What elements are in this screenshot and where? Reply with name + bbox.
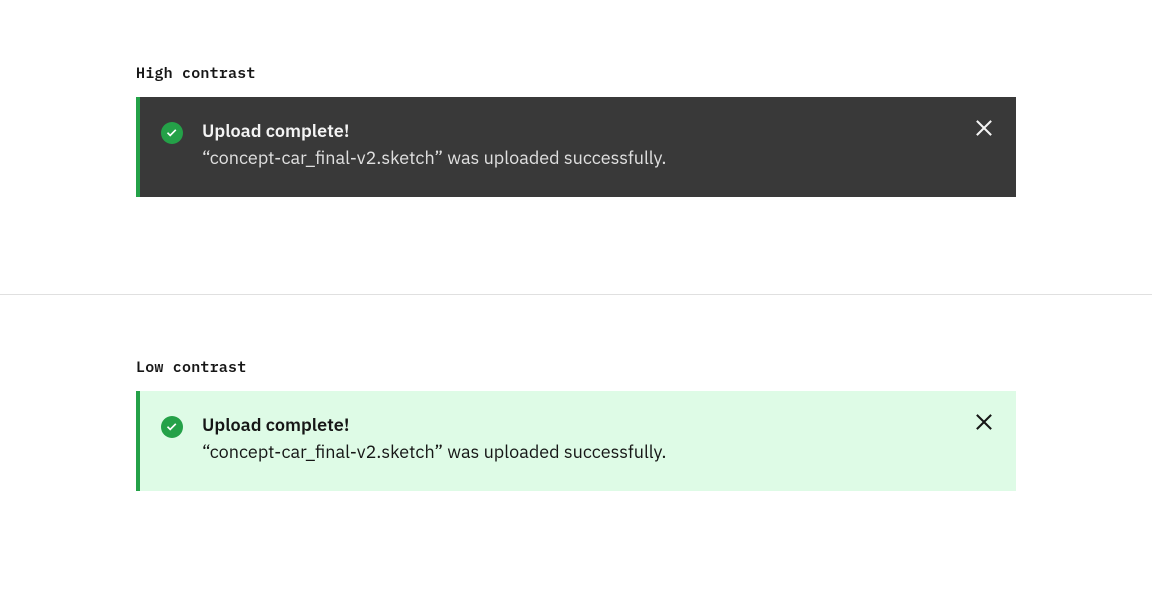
toast-title: Upload complete! <box>202 119 960 143</box>
toast-description: “concept-car_final-v2.sketch” was upload… <box>202 145 960 171</box>
toast-high-contrast: Upload complete! “concept-car_final-v2.s… <box>136 97 1016 197</box>
close-button[interactable] <box>972 411 996 435</box>
toast-description: “concept-car_final-v2.sketch” was upload… <box>202 439 960 465</box>
variant-label-low: Low contrast <box>136 358 1016 377</box>
variant-label-high: High contrast <box>136 64 1016 83</box>
toast-body: Upload complete! “concept-car_final-v2.s… <box>202 413 960 465</box>
checkmark-filled-icon <box>160 121 184 145</box>
close-button[interactable] <box>972 117 996 141</box>
toast-body: Upload complete! “concept-car_final-v2.s… <box>202 119 960 171</box>
low-contrast-section: Low contrast Upload complete! “concept-c… <box>0 294 1152 588</box>
high-contrast-section: High contrast Upload complete! “concept-… <box>0 0 1152 294</box>
checkmark-filled-icon <box>160 415 184 439</box>
toast-title: Upload complete! <box>202 413 960 437</box>
close-icon <box>975 119 993 140</box>
toast-low-contrast: Upload complete! “concept-car_final-v2.s… <box>136 391 1016 491</box>
close-icon <box>975 413 993 434</box>
